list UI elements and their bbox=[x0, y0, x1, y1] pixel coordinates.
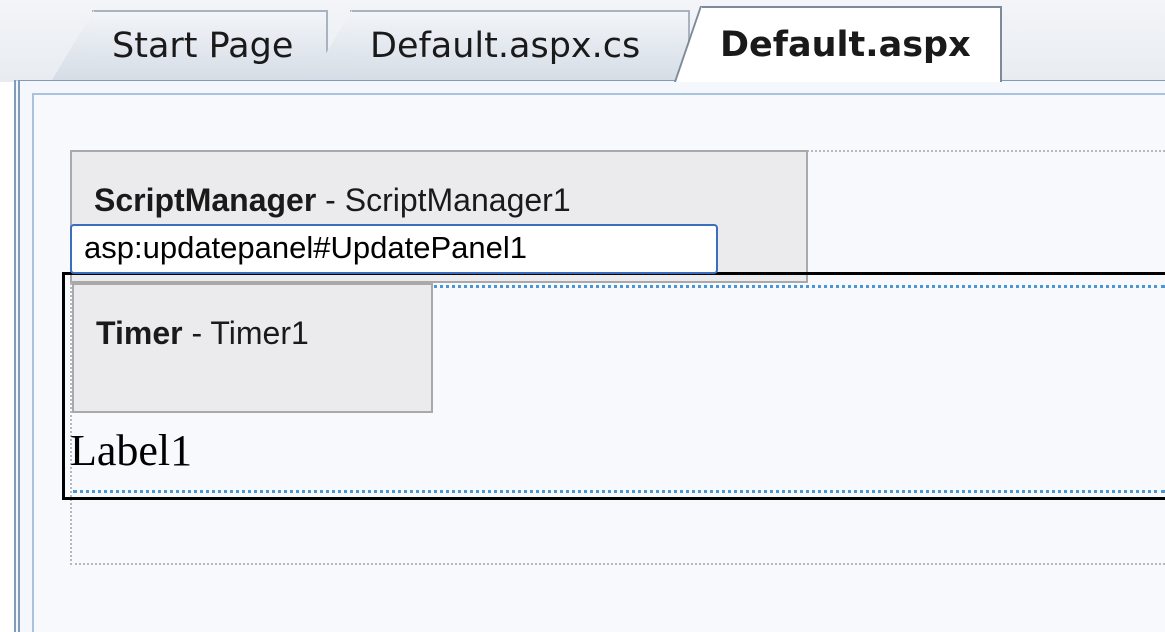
tab-default-aspx[interactable]: Default.aspx bbox=[700, 6, 1002, 82]
control-type: ScriptManager bbox=[94, 182, 317, 218]
control-type: Timer bbox=[96, 315, 183, 351]
label-control[interactable]: Label1 bbox=[70, 425, 192, 476]
tab-label: Default.aspx.cs bbox=[370, 26, 641, 66]
timer-control[interactable]: Timer - Timer1 bbox=[72, 283, 433, 413]
tab-label: Start Page bbox=[112, 26, 294, 66]
control-id: ScriptManager1 bbox=[344, 182, 571, 218]
control-separator: - bbox=[316, 182, 345, 218]
tab-start-page[interactable]: Start Page bbox=[92, 10, 328, 80]
tab-default-aspx-cs[interactable]: Default.aspx.cs bbox=[350, 10, 690, 80]
document-tab-strip: Start Page Default.aspx.cs Default.aspx bbox=[0, 0, 1165, 82]
update-panel-tag[interactable]: asp:updatepanel#UpdatePanel1 bbox=[70, 224, 718, 274]
control-separator: - bbox=[182, 315, 211, 351]
tab-label: Default.aspx bbox=[720, 25, 971, 65]
control-id: Timer1 bbox=[210, 315, 309, 351]
